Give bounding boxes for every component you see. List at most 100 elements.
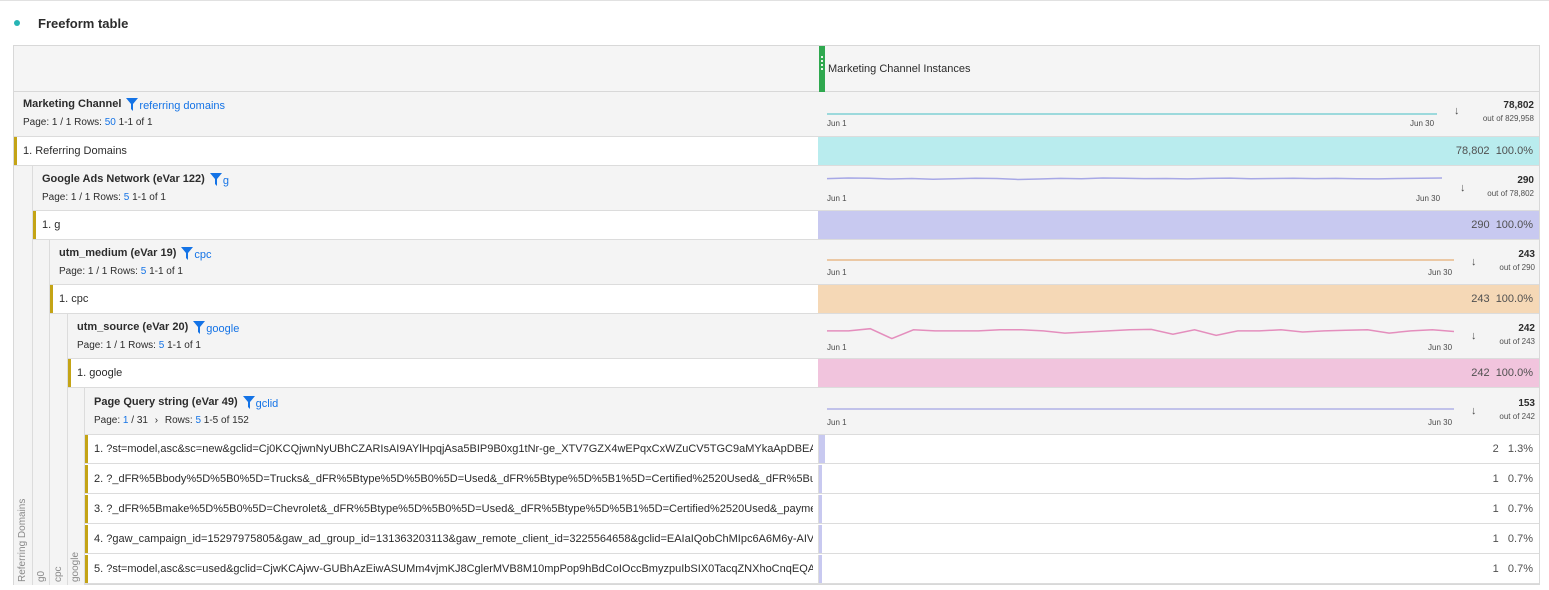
table-row[interactable]: 1. g 290 100.0%	[33, 211, 1539, 240]
table-row[interactable]: 2. ?_dFR%5Bbody%5D%5B0%5D=Trucks&_dFR%5B…	[85, 465, 1539, 494]
dimension-name[interactable]: Marketing Channel	[23, 98, 121, 110]
page-number-input[interactable]: 1	[123, 415, 129, 426]
filter-icon[interactable]	[209, 172, 222, 186]
row-label[interactable]: 1. g	[42, 219, 812, 231]
table-row[interactable]: 5. ?st=model,asc&sc=used&gclid=CjwKCAjwv…	[85, 555, 1539, 584]
rows-label: Rows:	[128, 340, 156, 351]
next-page-chevron-icon[interactable]: ›	[155, 415, 158, 426]
dimension-pager: Page: 1 / 1 Rows: 50 1-1 of 1	[23, 117, 153, 128]
total-value: 78,802	[1503, 100, 1534, 111]
sparkline-start-date: Jun 1	[827, 194, 847, 203]
metric-value: 1 0.7%	[1492, 473, 1533, 485]
page-prefix: Page:	[94, 415, 121, 426]
dimension-pager: Page: 1 / 31 › Rows: 5 1-5 of 152	[94, 415, 249, 426]
filter-icon[interactable]	[242, 395, 255, 409]
sparkline-end-date: Jun 30	[1428, 343, 1453, 352]
panel-title[interactable]: Freeform table	[38, 16, 128, 31]
indent-label: Referring Domains	[17, 498, 28, 582]
table-row[interactable]: 3. ?_dFR%5Bmake%5D%5B0%5D=Chevrolet&_dFR…	[85, 495, 1539, 524]
rows-label: Rows:	[93, 192, 121, 203]
rows-label: Rows:	[110, 266, 138, 277]
filter-value[interactable]: referring domains	[139, 100, 225, 112]
dimension-title: Marketing Channel referring domains	[23, 96, 225, 112]
row-indicator	[14, 137, 17, 165]
table-row[interactable]: 1. google 242 100.0%	[68, 359, 1539, 388]
filter-value[interactable]: gclid	[256, 398, 279, 410]
dimension-name[interactable]: utm_medium (eVar 19)	[59, 247, 176, 259]
range-info: 1-1 of 1	[132, 192, 166, 203]
rows-select[interactable]: 5	[159, 340, 165, 351]
sparkline-series	[827, 327, 1454, 340]
table-row[interactable]: 4. ?gaw_campaign_id=15297975805&gaw_ad_g…	[85, 525, 1539, 554]
indent-label: cpc	[53, 566, 64, 582]
row-label[interactable]: 2. ?_dFR%5Bbody%5D%5B0%5D=Trucks&_dFR%5B…	[94, 473, 813, 485]
total-value: 242	[1518, 323, 1535, 334]
row-label[interactable]: 5. ?st=model,asc&sc=used&gclid=CjwKCAjwv…	[94, 563, 813, 575]
rows-select[interactable]: 5	[141, 266, 147, 277]
metric-cell: 1 0.7%	[818, 495, 1539, 523]
metric-cell: 1 0.7%	[818, 465, 1539, 493]
page-total: / 31	[131, 415, 148, 426]
sparkline-end-date: Jun 30	[1428, 268, 1453, 277]
rows-select[interactable]: 5	[124, 192, 130, 203]
filter-value[interactable]: google	[206, 323, 239, 335]
metric-value: 1 0.7%	[1492, 503, 1533, 515]
metric-cell: 242 100.0%	[818, 359, 1539, 387]
row-indicator	[33, 211, 36, 239]
page-info: Page: 1 / 1	[23, 117, 72, 128]
dimension-header-google-ads-network: Google Ads Network (eVar 122) g Page: 1 …	[33, 166, 1539, 211]
range-info: 1-5 of 152	[203, 415, 249, 426]
rows-label: Rows:	[164, 415, 193, 426]
metric-value: 242 100.0%	[1471, 367, 1533, 379]
rows-select[interactable]: 50	[105, 117, 116, 128]
freeform-panel: Freeform table Marketing Channel Instanc…	[0, 0, 1549, 590]
row-label[interactable]: 1. Referring Domains	[23, 145, 813, 157]
range-info: 1-1 of 1	[149, 266, 183, 277]
total-out-of: out of 829,958	[1482, 114, 1534, 123]
row-label[interactable]: 4. ?gaw_campaign_id=15297975805&gaw_ad_g…	[94, 533, 813, 545]
table-row[interactable]: 1. Referring Domains 78,802 100.0%	[14, 137, 1539, 166]
table-row[interactable]: 1. ?st=model,asc&sc=new&gclid=Cj0KCQjwnN…	[85, 435, 1539, 464]
row-label[interactable]: 1. cpc	[59, 293, 809, 305]
sparkline	[827, 259, 1454, 261]
metric-value: 243 100.0%	[1471, 293, 1533, 305]
row-indicator	[68, 359, 71, 387]
filter-icon[interactable]	[193, 320, 206, 334]
total-value: 153	[1518, 398, 1535, 409]
dimension-name[interactable]: utm_source (eVar 20)	[77, 321, 188, 333]
metric-bar	[819, 435, 825, 463]
column-label[interactable]: Marketing Channel Instances	[828, 63, 970, 75]
rows-select[interactable]: 5	[195, 415, 201, 426]
dimension-name[interactable]: Google Ads Network (eVar 122)	[42, 173, 205, 185]
filter-icon[interactable]	[126, 97, 139, 111]
metric-bar	[819, 525, 822, 553]
indent-column-referring-domains: Referring Domains	[14, 166, 33, 585]
row-indicator	[85, 525, 88, 553]
dimension-header-utm-medium: utm_medium (eVar 19) cpc Page: 1 / 1 Row…	[50, 240, 1539, 285]
metric-value: 2 1.3%	[1492, 443, 1533, 455]
row-label[interactable]: 1. google	[77, 367, 807, 379]
total-value: 243	[1518, 249, 1535, 260]
total-out-of: out of 243	[1499, 337, 1535, 346]
row-label[interactable]: 3. ?_dFR%5Bmake%5D%5B0%5D=Chevrolet&_dFR…	[94, 503, 813, 515]
metric-value: 1 0.7%	[1492, 563, 1533, 575]
metric-cell: 1 0.7%	[818, 555, 1539, 583]
metric-cell: 2 1.3%	[818, 435, 1539, 463]
panel-status-dot	[14, 20, 20, 26]
freeform-table: Marketing Channel Instances Marketing Ch…	[13, 45, 1540, 585]
indent-label: google	[70, 551, 81, 582]
dimension-title: utm_source (eVar 20) google	[77, 319, 239, 335]
metric-value: 290 100.0%	[1471, 219, 1533, 231]
row-indicator	[50, 285, 53, 313]
filter-icon[interactable]	[181, 246, 194, 260]
row-indicator	[85, 465, 88, 493]
filter-value[interactable]: cpc	[194, 249, 211, 261]
sparkline-end-date: Jun 30	[1410, 119, 1435, 128]
table-row[interactable]: 1. cpc 243 100.0%	[50, 285, 1539, 314]
column-drag-handle[interactable]	[819, 46, 825, 92]
row-label[interactable]: 1. ?st=model,asc&sc=new&gclid=Cj0KCQjwnN…	[94, 443, 813, 455]
indent-column-cpc: cpc	[50, 314, 68, 585]
filter-value[interactable]: g	[223, 175, 229, 187]
dimension-name[interactable]: Page Query string (eVar 49)	[94, 396, 238, 408]
sparkline-series	[827, 177, 1442, 181]
